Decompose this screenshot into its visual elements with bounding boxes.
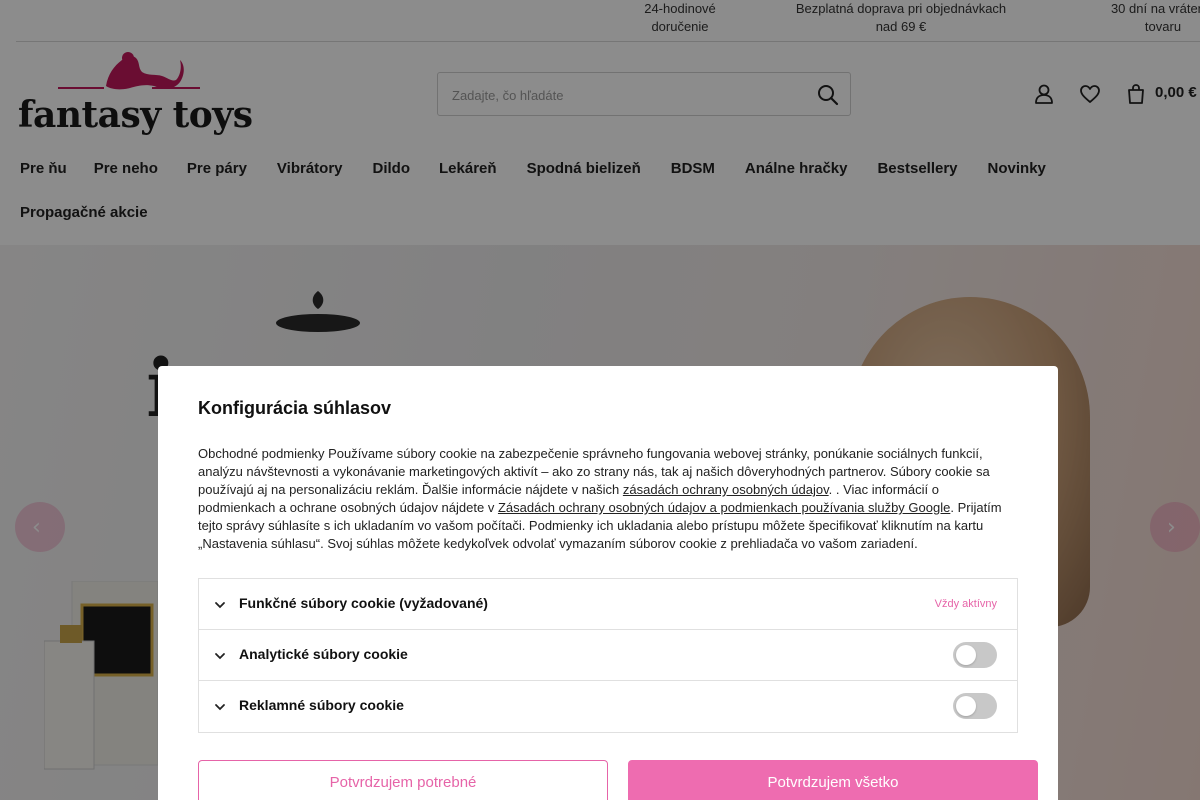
category-label: Analytické súbory cookie bbox=[239, 646, 408, 662]
dialog-description: Obchodné podmienky Používame súbory cook… bbox=[198, 445, 1018, 553]
category-label: Reklamné súbory cookie bbox=[239, 697, 404, 713]
google-privacy-link[interactable]: Zásadách ochrany osobných údajov a podmi… bbox=[498, 500, 950, 515]
always-active-label: Vždy aktívny bbox=[934, 598, 997, 610]
cookie-category-advertising[interactable]: Reklamné súbory cookie bbox=[199, 681, 1017, 732]
accept-all-button[interactable]: Potvrdzujem všetko bbox=[628, 760, 1038, 800]
cookie-category-functional[interactable]: Funkčné súbory cookie (vyžadované) Vždy … bbox=[199, 579, 1017, 630]
cookie-categories: Funkčné súbory cookie (vyžadované) Vždy … bbox=[198, 578, 1018, 733]
analytics-toggle[interactable] bbox=[953, 642, 997, 668]
advertising-toggle[interactable] bbox=[953, 693, 997, 719]
accept-necessary-button[interactable]: Potvrdzujem potrebné bbox=[198, 760, 608, 800]
privacy-policy-link[interactable]: zásadách ochrany osobných údajov bbox=[623, 482, 829, 497]
cookie-consent-dialog: Konfigurácia súhlasov Obchodné podmienky… bbox=[158, 366, 1058, 800]
chevron-down-icon bbox=[215, 602, 225, 609]
dialog-title: Konfigurácia súhlasov bbox=[198, 398, 392, 418]
toggle-knob bbox=[956, 645, 976, 665]
chevron-down-icon bbox=[215, 653, 225, 660]
toggle-knob bbox=[956, 696, 976, 716]
chevron-down-icon bbox=[215, 704, 225, 711]
cookie-category-analytics[interactable]: Analytické súbory cookie bbox=[199, 630, 1017, 681]
category-label: Funkčné súbory cookie (vyžadované) bbox=[239, 595, 488, 611]
